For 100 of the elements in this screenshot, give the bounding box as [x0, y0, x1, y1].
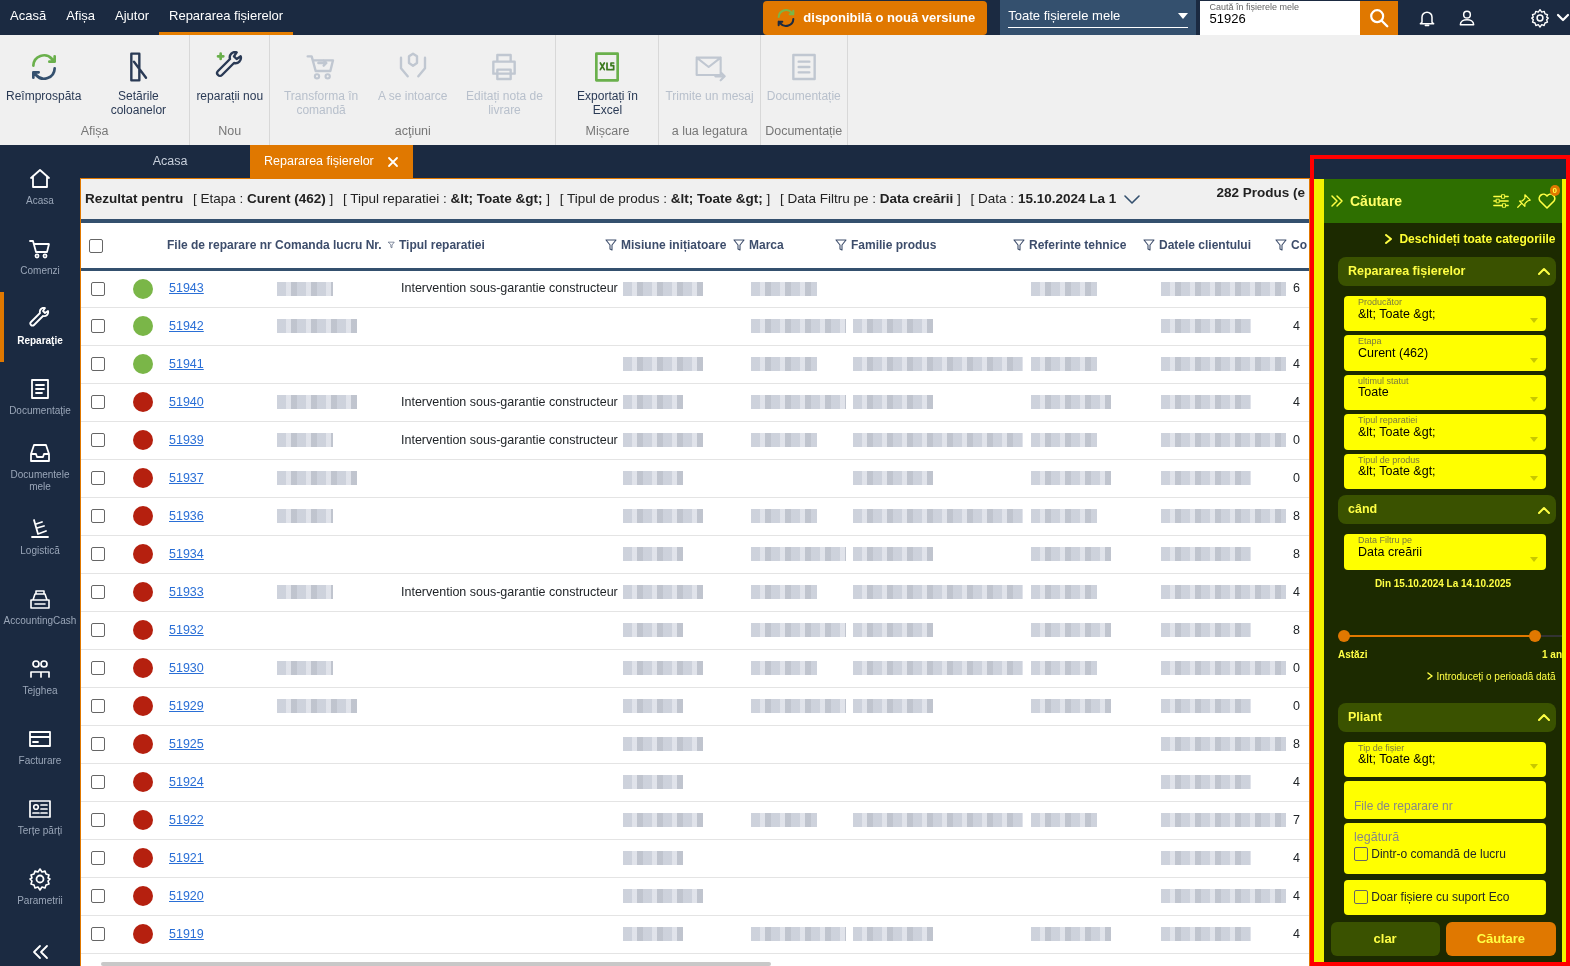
scope-select[interactable]: Toate fișierele mele [1000, 0, 1197, 35]
column-header[interactable]: Misiune inițiatoare [621, 236, 727, 255]
column-header[interactable]: Tipul reparatiei [399, 236, 485, 255]
ribbon-button[interactable]: Exportați în Excel [556, 41, 659, 123]
column-header[interactable]: Familie produs [851, 236, 937, 255]
file-number-link[interactable]: 51924 [169, 774, 204, 789]
sliders-icon[interactable] [1492, 192, 1510, 210]
sidebar-item[interactable]: AccountingCash [0, 571, 80, 642]
file-number-link[interactable]: 51940 [169, 394, 204, 409]
filter-icon[interactable] [1143, 239, 1155, 252]
filter-icon[interactable] [1275, 239, 1287, 252]
checkbox[interactable] [91, 357, 105, 372]
filter-icon[interactable] [835, 239, 847, 252]
settings-icon[interactable] [1529, 7, 1550, 28]
column-header[interactable]: Comanda lucru Nr. [275, 236, 382, 255]
file-number-link[interactable]: 51921 [169, 850, 204, 865]
file-number-link[interactable]: 51920 [169, 888, 204, 903]
pin-icon[interactable] [1516, 193, 1532, 209]
chevrons-icon[interactable] [1330, 194, 1344, 208]
checkbox-row[interactable]: Doar fișiere cu suport Eco [1344, 879, 1546, 915]
checkbox[interactable] [91, 433, 105, 448]
sidebar-item[interactable]: Facturare [0, 711, 80, 782]
period-link[interactable]: Introduceți o perioadă dată [1436, 668, 1556, 684]
column-header[interactable]: Marca [749, 236, 784, 255]
checkbox[interactable] [91, 509, 105, 524]
checkbox[interactable] [1354, 890, 1368, 905]
section-header[interactable]: Pliant [1338, 702, 1556, 732]
column-header[interactable]: File de reparare nr [167, 236, 272, 255]
column-header[interactable]: Referinte tehnice [1029, 236, 1127, 255]
checkbox[interactable] [91, 319, 105, 334]
search-button[interactable] [1359, 0, 1398, 35]
file-number-link[interactable]: 51925 [169, 736, 204, 751]
menu-item[interactable]: Acasă [0, 0, 57, 35]
sidebar-item[interactable]: Tejghea [0, 641, 80, 712]
checkbox[interactable] [91, 889, 105, 904]
slider-thumb[interactable] [1338, 630, 1350, 643]
select-field[interactable]: Data Filtru pe Data creării [1344, 534, 1546, 570]
file-number-link[interactable]: 51933 [169, 584, 204, 599]
ribbon-button[interactable]: reparații nou [190, 41, 270, 123]
chevron-down-icon[interactable] [1556, 12, 1570, 23]
file-number-link[interactable]: 51930 [169, 660, 204, 675]
sidebar-item[interactable]: Comenzi [0, 221, 80, 292]
sidebar-item[interactable]: Documentaţie [0, 361, 80, 432]
checkbox[interactable] [91, 699, 105, 714]
checkbox[interactable] [91, 813, 105, 828]
file-number-link[interactable]: 51941 [169, 356, 204, 371]
menu-item[interactable]: Afișa [56, 0, 106, 35]
scrollbar[interactable] [101, 962, 771, 966]
select-field[interactable]: Tipul de produs &lt; Toate &gt; [1344, 453, 1546, 489]
checkbox[interactable] [91, 395, 105, 410]
checkbox[interactable] [91, 585, 105, 600]
sidebar-item[interactable]: Parametrii [0, 851, 80, 922]
filter-icon[interactable] [1013, 239, 1025, 252]
heart-icon[interactable] [1538, 193, 1556, 209]
checkbox[interactable] [91, 927, 105, 942]
file-number-link[interactable]: 51922 [169, 812, 204, 827]
sidebar-item[interactable]: Acasa [0, 151, 80, 222]
checkbox[interactable] [91, 775, 105, 790]
filter-icon[interactable] [605, 239, 617, 252]
checkbox[interactable] [91, 471, 105, 486]
file-number-link[interactable]: 51934 [169, 546, 204, 561]
select-field[interactable]: Tipul reparatiei &lt; Toate &gt; [1344, 414, 1546, 450]
checkbox[interactable] [91, 281, 105, 296]
file-number-link[interactable]: 51919 [169, 926, 204, 941]
open-all-link[interactable]: Deschideți toate categoriile [1399, 229, 1556, 248]
collapse-icon[interactable] [31, 943, 49, 960]
chevron-down-icon[interactable] [1122, 194, 1141, 204]
select-field[interactable]: Etapa Curent (462) [1344, 335, 1546, 371]
filter-icon[interactable] [733, 239, 745, 252]
checkbox[interactable] [1354, 847, 1368, 861]
sidebar-item[interactable]: Documentele mele [0, 431, 80, 502]
file-number-link[interactable]: 51932 [169, 622, 204, 637]
tab[interactable]: Acasa [100, 145, 240, 178]
checkbox[interactable] [91, 547, 105, 562]
close-icon[interactable] [386, 155, 399, 168]
checkbox[interactable] [91, 737, 105, 752]
search-field[interactable]: Caută în fișierele mele 51926 [1199, 0, 1360, 35]
select-field[interactable]: Producător &lt; Toate &gt; [1344, 296, 1546, 332]
file-number-link[interactable]: 51936 [169, 508, 204, 523]
checkbox[interactable] [91, 623, 105, 638]
slider-thumb[interactable] [1529, 630, 1542, 643]
select-field[interactable]: Tip de fișier &lt; Toate &gt; [1344, 742, 1546, 778]
file-number-link[interactable]: 51937 [169, 470, 204, 485]
file-number-link[interactable]: 51943 [169, 281, 204, 296]
file-number-link[interactable]: 51939 [169, 432, 204, 447]
sidebar-item[interactable]: Terțe părți [0, 781, 80, 852]
input-field[interactable]: File de reparare nr [1344, 781, 1546, 819]
select-field[interactable]: ultimul statut Toate [1344, 374, 1546, 411]
checkbox[interactable] [91, 661, 105, 676]
section-header[interactable]: când [1338, 494, 1556, 525]
sidebar-item[interactable]: Logistică [0, 501, 80, 572]
menu-item[interactable]: Ajutor [105, 0, 159, 35]
checkbox[interactable] [91, 851, 105, 866]
file-number-link[interactable]: 51942 [169, 318, 204, 333]
checkbox[interactable] [89, 239, 103, 254]
chevron-right-icon[interactable] [1384, 233, 1393, 244]
file-number-link[interactable]: 51929 [169, 698, 204, 713]
column-header[interactable]: Co [1291, 236, 1307, 255]
column-header[interactable]: Datele clientului [1159, 236, 1252, 255]
ribbon-button[interactable]: Setările coloanelor [87, 41, 190, 123]
